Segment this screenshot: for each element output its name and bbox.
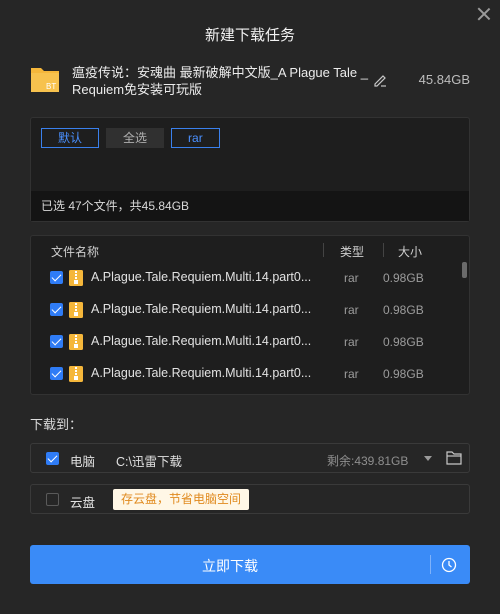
file-name: A.Plague.Tale.Requiem.Multi.14.part0... (91, 270, 312, 284)
file-header: BT 瘟疫传说：安魂曲 最新破解中文版_A Plague Tale _ Requ… (30, 62, 470, 102)
archive-file-icon (69, 334, 83, 350)
schedule-clock-icon[interactable] (441, 557, 457, 573)
folder-open-icon[interactable] (446, 451, 462, 465)
file-name: A.Plague.Tale.Requiem.Multi.14.part0... (91, 302, 312, 316)
column-header-name[interactable]: 文件名称 (51, 243, 99, 260)
row-checkbox[interactable] (50, 367, 63, 380)
chevron-down-icon[interactable] (424, 456, 432, 461)
download-to-label: 下载到： (30, 417, 83, 432)
archive-file-icon (69, 302, 83, 318)
close-icon[interactable] (476, 6, 492, 22)
file-list: 文件名称 类型 大小 A.Plague.Tale.Requiem.Multi.1… (30, 235, 470, 395)
column-divider (323, 243, 324, 257)
tag-select-all[interactable]: 全选 (106, 128, 165, 148)
tag-default[interactable]: 默认 (41, 128, 100, 148)
file-type: rar (344, 335, 359, 349)
cloud-tip: 存云盘，节省电脑空间 (113, 489, 250, 510)
title-bar: 新建下载任务 (0, 0, 500, 66)
file-size: 0.98GB (383, 303, 424, 317)
filter-tags: 默认 全选 rar (41, 128, 220, 148)
file-size: 0.98GB (383, 335, 424, 349)
filter-panel: 默认 全选 rar 已选 47个文件，共45.84GB (30, 117, 470, 222)
scrollbar[interactable] (462, 262, 467, 278)
destination-cloud[interactable]: 云盘 存云盘，节省电脑空间 (30, 484, 470, 514)
list-item[interactable]: A.Plague.Tale.Requiem.Multi.14.part0... … (31, 263, 461, 293)
list-item[interactable]: A.Plague.Tale.Requiem.Multi.14.part0... … (31, 327, 461, 357)
button-divider (430, 555, 431, 574)
file-size: 0.98GB (383, 271, 424, 285)
edit-icon[interactable] (372, 72, 388, 88)
selection-summary: 已选 47个文件，共45.84GB (31, 191, 469, 221)
cloud-label: 云盘 (70, 496, 96, 510)
cloud-checkbox[interactable] (46, 493, 59, 506)
pc-checkbox[interactable] (46, 452, 59, 465)
column-divider (383, 243, 384, 257)
row-checkbox[interactable] (50, 303, 63, 316)
pc-label: 电脑 (70, 455, 96, 469)
download-path[interactable]: C:\迅雷下载 (116, 451, 182, 470)
total-size: 45.84GB (418, 72, 470, 87)
file-type: rar (344, 303, 359, 317)
archive-file-icon (69, 270, 83, 286)
download-now-label: 立即下载 (202, 558, 258, 574)
dialog-title: 新建下载任务 (204, 27, 295, 44)
tag-rar[interactable]: rar (171, 128, 220, 148)
archive-file-icon (69, 366, 83, 382)
destination-pc[interactable]: 电脑 C:\迅雷下载 剩余:439.81GB (30, 443, 470, 473)
file-size: 0.98GB (383, 367, 424, 381)
file-type: rar (344, 271, 359, 285)
file-type: rar (344, 367, 359, 381)
svg-text:BT: BT (46, 82, 56, 91)
column-header-size[interactable]: 大小 (398, 243, 422, 260)
row-checkbox[interactable] (50, 271, 63, 284)
file-name: A.Plague.Tale.Requiem.Multi.14.part0... (91, 334, 312, 348)
folder-bt-icon: BT (31, 68, 59, 92)
list-header: 文件名称 类型 大小 (31, 236, 469, 264)
download-now-button[interactable]: 立即下载 (30, 545, 470, 584)
file-name: A.Plague.Tale.Requiem.Multi.14.part0... (91, 366, 312, 380)
list-item[interactable]: A.Plague.Tale.Requiem.Multi.14.part0... … (31, 295, 461, 325)
task-name: 瘟疫传说：安魂曲 最新破解中文版_A Plague Tale _ Requiem… (72, 65, 368, 97)
list-item[interactable]: A.Plague.Tale.Requiem.Multi.14.part0... … (31, 359, 461, 389)
column-header-type[interactable]: 类型 (340, 243, 364, 260)
row-checkbox[interactable] (50, 335, 63, 348)
free-space: 剩余:439.81GB (327, 454, 409, 468)
